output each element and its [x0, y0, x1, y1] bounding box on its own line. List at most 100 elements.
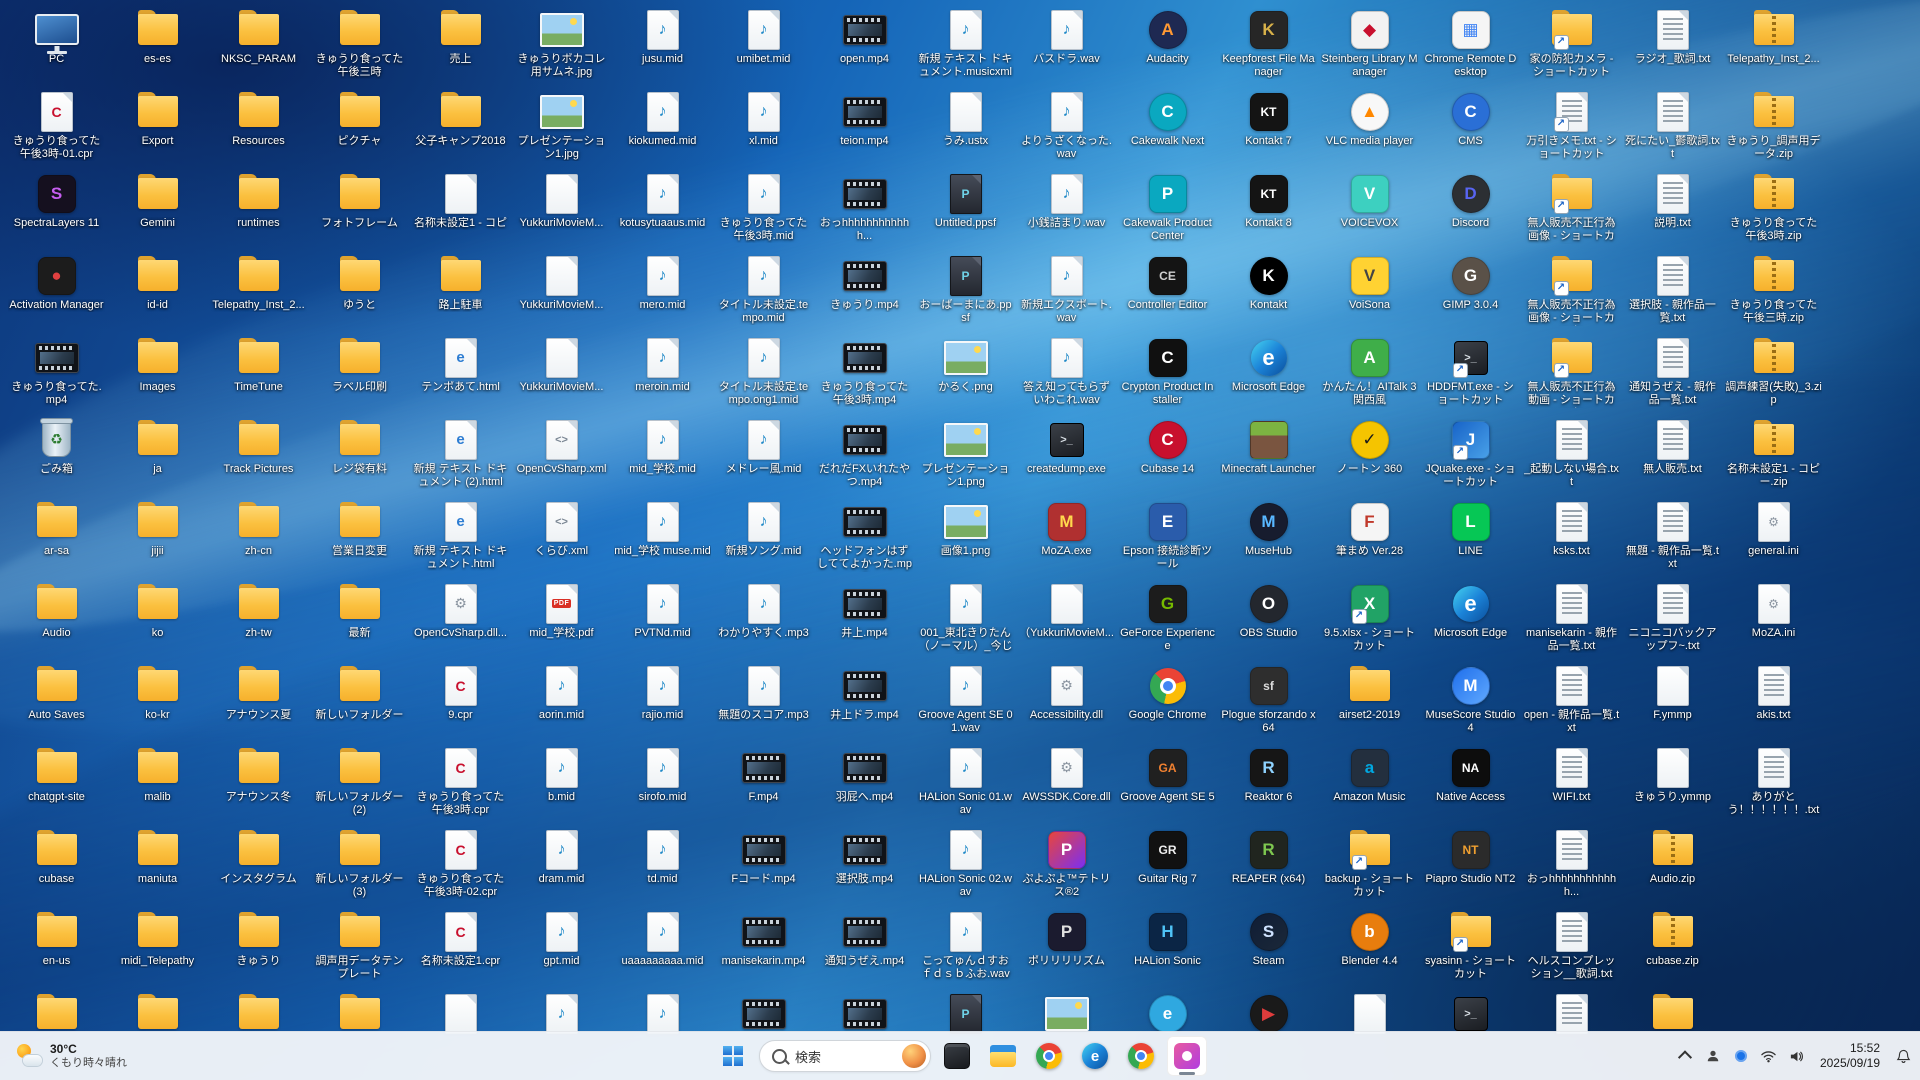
desktop-icon[interactable]: 井上ドラ.mp4 [814, 660, 915, 742]
desktop-icon[interactable]: ヘッドフォンはずしててよかった.mp4 [814, 496, 915, 578]
desktop-icon[interactable]: <>OpenCvSharp.xml [511, 414, 612, 496]
desktop-icon[interactable]: 新しいフォルダー (3) [309, 824, 410, 906]
desktop-icon[interactable]: ♪答え知ってもらずいわこれ.wav [1016, 332, 1117, 414]
desktop-icon[interactable]: cubase.zip [1622, 906, 1723, 988]
desktop-icon[interactable]: ⚙MoZA.ini [1723, 578, 1824, 660]
desktop-icon[interactable]: EEpson 接続診断ツール [1117, 496, 1218, 578]
desktop-icon[interactable]: NANative Access [1420, 742, 1521, 824]
desktop-icon[interactable]: きゅうり.ymmp [1622, 742, 1723, 824]
desktop-icon[interactable]: es-es [107, 4, 208, 86]
desktop-icon[interactable]: ピクチャ [309, 86, 410, 168]
desktop-icon[interactable]: フォトフレーム [309, 168, 410, 250]
desktop-icon[interactable]: Google Chrome [1117, 660, 1218, 742]
desktop-icon[interactable]: 説明.txt [1622, 168, 1723, 250]
taskbar-chrome-2-button[interactable] [1121, 1036, 1161, 1076]
desktop-icon[interactable]: ゆうと [309, 250, 410, 332]
desktop-icon[interactable]: Telepathy_Inst_2... [1723, 4, 1824, 86]
desktop-icon[interactable]: CCrypton Product Installer [1117, 332, 1218, 414]
desktop-icon[interactable]: プレゼンテーション1.png [915, 414, 1016, 496]
desktop-icon[interactable]: <>くらび.xml [511, 496, 612, 578]
desktop-icon[interactable]: ▲VLC media player [1319, 86, 1420, 168]
desktop-icon[interactable]: YukkuriMovieM... [511, 332, 612, 414]
desktop-icon[interactable]: zh-tw [208, 578, 309, 660]
desktop-icon[interactable]: 路上駐車 [410, 250, 511, 332]
desktop-icon[interactable]: aAmazon Music [1319, 742, 1420, 824]
desktop-icon[interactable]: ↗無人販売不正行為画像 - ショートカット [1521, 250, 1622, 332]
desktop-icon[interactable]: 名称未設定1 - コピー.zip [1723, 414, 1824, 496]
weather-widget[interactable]: 30°C くもり時々晴れ [6, 1036, 137, 1076]
desktop-icon[interactable]: cubase [6, 824, 107, 906]
desktop-icon[interactable]: ♪td.mid [612, 824, 713, 906]
desktop-icon[interactable]: ♪aorin.mid [511, 660, 612, 742]
desktop-icon[interactable]: きゅうり食ってた午後三時.zip [1723, 250, 1824, 332]
desktop-icon[interactable]: KTKontakt 8 [1218, 168, 1319, 250]
desktop-icon[interactable]: X↗9.5.xlsx - ショートカット [1319, 578, 1420, 660]
desktop-icon[interactable]: MMuseScore Studio 4 [1420, 660, 1521, 742]
desktop-icon[interactable]: ♪gpt.mid [511, 906, 612, 988]
desktop-icon[interactable]: Cきゅうり食ってた午後3時.cpr [410, 742, 511, 824]
desktop-icon[interactable]: PUntitled.ppsf [915, 168, 1016, 250]
desktop-icon[interactable]: ar-sa [6, 496, 107, 578]
desktop-icon[interactable]: Images [107, 332, 208, 414]
desktop-icon[interactable]: ♪無題のスコア.mp3 [713, 660, 814, 742]
desktop-icon[interactable]: ⚙AWSSDK.Core.dll [1016, 742, 1117, 824]
desktop-icon[interactable]: ♪xl.mid [713, 86, 814, 168]
desktop-icon[interactable]: Pぷよぷよ™テトリス®2 [1016, 824, 1117, 906]
taskbar-app-window-button[interactable] [937, 1036, 977, 1076]
desktop-icon[interactable]: >_createdump.exe [1016, 414, 1117, 496]
desktop-icon[interactable]: C名称未設定1.cpr [410, 906, 511, 988]
desktop-icon[interactable]: 最新 [309, 578, 410, 660]
desktop-icon[interactable]: ↗syasinn - ショートカット [1420, 906, 1521, 988]
desktop-icon[interactable]: ↗万引きメモ.txt - ショートカット [1521, 86, 1622, 168]
desktop-icon[interactable]: SSteam [1218, 906, 1319, 988]
desktop-icon[interactable]: ✓ノートン 360 [1319, 414, 1420, 496]
desktop-icon[interactable]: TimeTune [208, 332, 309, 414]
desktop-icon[interactable]: Auto Saves [6, 660, 107, 742]
desktop-icon[interactable]: きゅうり [208, 906, 309, 988]
desktop-icon[interactable]: ♻ごみ箱 [6, 414, 107, 496]
desktop-icon[interactable]: ♪新規ソング.mid [713, 496, 814, 578]
desktop-icon[interactable]: 名称未設定1 - コピ [410, 168, 511, 250]
desktop-icon[interactable]: ⚙Accessibility.dll [1016, 660, 1117, 742]
desktop-icon[interactable]: ラジオ_歌詞.txt [1622, 4, 1723, 86]
taskbar-chrome-button[interactable] [1029, 1036, 1069, 1076]
desktop-icon[interactable]: teion.mp4 [814, 86, 915, 168]
desktop-icon[interactable]: 画像1.png [915, 496, 1016, 578]
desktop-icon[interactable]: CCakewalk Next [1117, 86, 1218, 168]
taskbar-clock[interactable]: 15:52 2025/09/19 [1812, 1041, 1888, 1071]
desktop-icon[interactable]: ↗家の防犯カメラ - ショートカット [1521, 4, 1622, 86]
desktop-icon[interactable]: zh-cn [208, 496, 309, 578]
desktop-icon[interactable]: ↗backup - ショートカット [1319, 824, 1420, 906]
desktop-icon[interactable]: ♪kiokumed.mid [612, 86, 713, 168]
desktop-icon[interactable]: VVoiSona [1319, 250, 1420, 332]
desktop-icon[interactable]: GGIMP 3.0.4 [1420, 250, 1521, 332]
desktop-icon[interactable]: MMoZA.exe [1016, 496, 1117, 578]
search-box[interactable]: 検索 [759, 1040, 931, 1072]
desktop-icon[interactable]: ♪HALion Sonic 01.wav [915, 742, 1016, 824]
desktop-icon[interactable]: J↗JQuake.exe - ショートカット [1420, 414, 1521, 496]
desktop-icon[interactable]: ♪新規 テキスト ドキュメント.musicxml [915, 4, 1016, 86]
desktop-icon[interactable]: Audio [6, 578, 107, 660]
desktop-icon[interactable]: きゅうり食ってた午後3時.zip [1723, 168, 1824, 250]
desktop-icon[interactable]: ありがとう！！！！！！.txt [1723, 742, 1824, 824]
desktop-icon[interactable]: Telepathy_Inst_2... [208, 250, 309, 332]
desktop-icon[interactable]: インスタグラム [208, 824, 309, 906]
desktop-icon[interactable]: CCMS [1420, 86, 1521, 168]
desktop-icon[interactable]: VVOICEVOX [1319, 168, 1420, 250]
desktop-icon[interactable]: レジ袋有料 [309, 414, 410, 496]
desktop-icon[interactable]: ♪mid_学校 muse.mid [612, 496, 713, 578]
desktop-icon[interactable]: HHALion Sonic [1117, 906, 1218, 988]
desktop-icon[interactable]: ♪mid_学校.mid [612, 414, 713, 496]
desktop-icon[interactable]: ♪HALion Sonic 02.wav [915, 824, 1016, 906]
desktop-icon[interactable]: うみ.ustx [915, 86, 1016, 168]
desktop-icon[interactable]: 選択肢.mp4 [814, 824, 915, 906]
desktop-icon[interactable]: 井上.mp4 [814, 578, 915, 660]
desktop-icon[interactable]: 通知うぜえ.mp4 [814, 906, 915, 988]
desktop-icon[interactable]: ♪mero.mid [612, 250, 713, 332]
desktop-icon[interactable]: YukkuriMovieM... [511, 168, 612, 250]
desktop-icon[interactable]: midi_Telepathy [107, 906, 208, 988]
desktop-icon[interactable]: ●Activation Manager [6, 250, 107, 332]
desktop-icon[interactable]: プレゼンテーション1.jpg [511, 86, 612, 168]
tray-person-icon[interactable] [1700, 1036, 1726, 1076]
desktop-icon[interactable]: ♪b.mid [511, 742, 612, 824]
